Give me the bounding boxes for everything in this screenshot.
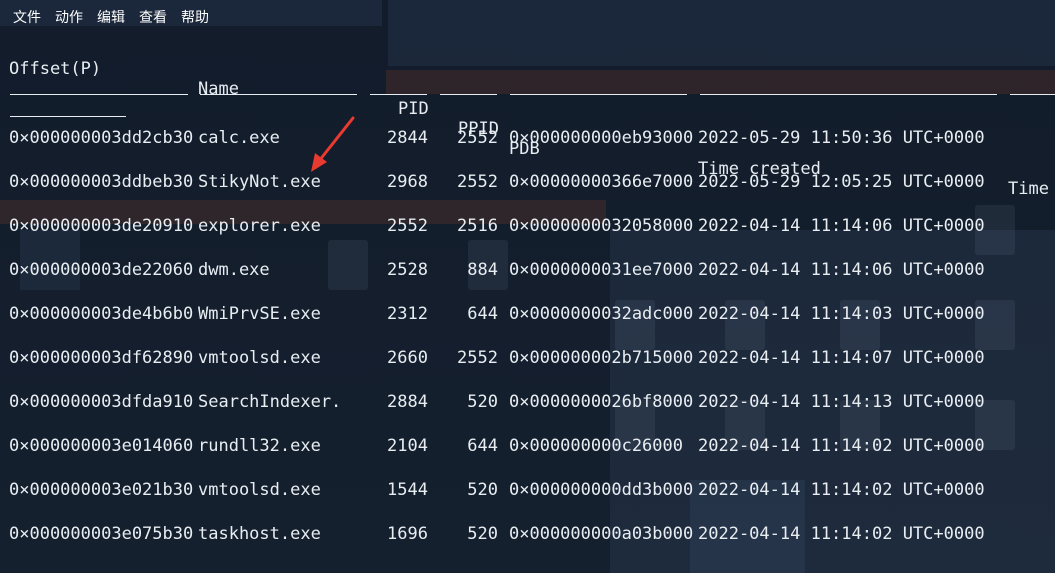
cell-pid: 2884: [387, 392, 428, 412]
separator-time-created: [700, 94, 997, 95]
terminal-window[interactable]: 文件 动作 编辑 查看 帮助 Offset(P) Name PID PPID P…: [0, 0, 1055, 573]
table-row: 0×000000003dfda910 SearchIndexer. 2884 520 0…: [0, 389, 1055, 415]
cell-ppid: 2552: [457, 348, 498, 368]
cell-offset: 0×000000003e021b30: [9, 480, 194, 500]
table-row: 0×000000003df62890 vmtoolsd.exe 2660 2552 0×…: [0, 345, 1055, 371]
cell-ppid: 644: [467, 436, 498, 456]
cell-name: SearchIndexer.: [198, 392, 342, 412]
cell-ppid: 2516: [457, 216, 498, 236]
separator-offset: [10, 94, 188, 95]
cell-offset: 0×000000003df62890: [9, 348, 194, 368]
cell-pdb: 0×00000000366e7000: [509, 172, 694, 192]
cell-pdb: 0×000000000a03b000: [509, 524, 694, 544]
table-row-partial: [0, 562, 1055, 573]
table-row: 0×000000003e075b30 taskhost.exe 1696 520 0×0…: [0, 521, 1055, 547]
cell-pid: 2552: [387, 216, 428, 236]
cell-time-created: 2022-04-14 11:14:07 UTC+0000: [698, 348, 985, 368]
cell-offset: 0×000000003de22060: [9, 260, 194, 280]
cell-time-created: 2022-04-14 11:14:02 UTC+0000: [698, 524, 985, 544]
cell-ppid: 520: [467, 524, 498, 544]
table-row: 0×000000003e014060 rundll32.exe 2104 644 0×0…: [0, 433, 1055, 459]
separator-time-exited: [1010, 94, 1055, 95]
menu-edit[interactable]: 编辑: [97, 7, 125, 27]
cell-name: StikyNot.exe: [198, 172, 321, 192]
cell-pid: 1544: [387, 480, 428, 500]
cell-pid: 2844: [387, 128, 428, 148]
separator-ppid: [440, 94, 497, 95]
cell-pid: 1696: [387, 524, 428, 544]
menu-bar: 文件 动作 编辑 查看 帮助: [0, 0, 209, 34]
menu-help[interactable]: 帮助: [181, 7, 209, 27]
cell-time-created: 2022-04-14 11:14:06 UTC+0000: [698, 216, 985, 236]
menu-file[interactable]: 文件: [13, 7, 41, 27]
cell-time-created: 2022-05-29 11:50:36 UTC+0000: [698, 128, 985, 148]
cell-offset: 0×000000003de4b6b0: [9, 304, 194, 324]
table-row: 0×000000003de22060 dwm.exe 2528 884 0×000000…: [0, 257, 1055, 283]
cell-time-created: 2022-04-14 11:14:02 UTC+0000: [698, 436, 985, 456]
header-offset: Offset(P): [9, 59, 102, 79]
cell-time-created: 2022-04-14 11:14:02 UTC+0000: [698, 480, 985, 500]
cell-name: dwm.exe: [198, 260, 270, 280]
menu-view[interactable]: 查看: [139, 7, 167, 27]
cell-pid: 2660: [387, 348, 428, 368]
cell-time-created: 2022-04-14 11:14:06 UTC+0000: [698, 260, 985, 280]
cell-time-created: 2022-04-14 11:14:13 UTC+0000: [698, 392, 985, 412]
cell-offset: 0×000000003dd2cb30: [9, 128, 194, 148]
cell-offset: 0×000000003ddbeb30: [9, 172, 194, 192]
table-row: 0×000000003ddbeb30 StikyNot.exe 2968 2552 0×…: [0, 169, 1055, 195]
cell-name: vmtoolsd.exe: [198, 480, 321, 500]
header-pid: PID: [398, 99, 429, 119]
cell-name: vmtoolsd.exe: [198, 348, 321, 368]
cell-offset: 0×000000003e075b30: [9, 524, 194, 544]
cell-pdb: 0×0000000026bf8000: [509, 392, 694, 412]
cell-pdb: 0×000000000c26000: [509, 436, 683, 456]
cell-time-created: 2022-04-14 11:14:03 UTC+0000: [698, 304, 985, 324]
table-header: Offset(P) Name PID PPID PDB Time created…: [0, 36, 1055, 199]
cell-offset: 0×000000003dfda910: [9, 392, 194, 412]
header-name: Name: [198, 79, 239, 99]
cell-pdb: 0×000000000eb93000: [509, 128, 694, 148]
separator-name: [200, 94, 357, 95]
separator-offset-wrap: [10, 116, 126, 117]
cell-name: taskhost.exe: [198, 524, 321, 544]
cell-name: explorer.exe: [198, 216, 321, 236]
separator-pdb: [510, 94, 687, 95]
cell-pdb: 0×000000002b715000: [509, 348, 694, 368]
cell-ppid: 520: [467, 392, 498, 412]
table-row: 0×000000003dd2cb30 calc.exe 2844 2552 0×0000…: [0, 125, 1055, 151]
cell-ppid: 2552: [457, 128, 498, 148]
cell-pid: 2104: [387, 436, 428, 456]
cell-pdb: 0×000000000dd3b000: [509, 480, 694, 500]
cell-pid: 2528: [387, 260, 428, 280]
cell-name: calc.exe: [198, 128, 280, 148]
cell-ppid: 2552: [457, 172, 498, 192]
cell-pdb: 0×0000000032058000: [509, 216, 694, 236]
cell-ppid: 644: [467, 304, 498, 324]
cell-offset: 0×000000003de20910: [9, 216, 194, 236]
cell-pdb: 0×0000000031ee7000: [509, 260, 694, 280]
cell-ppid: 520: [467, 480, 498, 500]
cell-name: WmiPrvSE.exe: [198, 304, 321, 324]
menu-action[interactable]: 动作: [55, 7, 83, 27]
cell-pdb: 0×0000000032adc000: [509, 304, 694, 324]
cell-pid: 2312: [387, 304, 428, 324]
cell-pid: 2968: [387, 172, 428, 192]
table-row: 0×000000003de20910 explorer.exe 2552 2516 0×…: [0, 213, 1055, 239]
cell-ppid: 884: [467, 260, 498, 280]
cell-offset: 0×000000003e014060: [9, 436, 194, 456]
cell-name: rundll32.exe: [198, 436, 321, 456]
cell-time-created: 2022-05-29 12:05:25 UTC+0000: [698, 172, 985, 192]
separator-pid: [370, 94, 427, 95]
table-row: 0×000000003e021b30 vmtoolsd.exe 1544 520 0×0…: [0, 477, 1055, 503]
table-row: 0×000000003de4b6b0 WmiPrvSE.exe 2312 644 0×0…: [0, 301, 1055, 327]
